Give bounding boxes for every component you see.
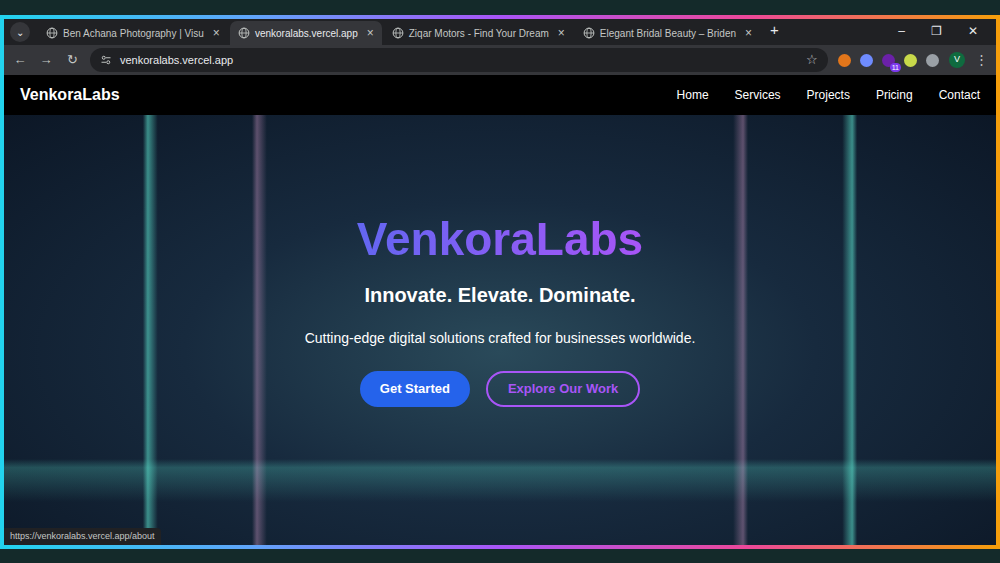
hero-title: VenkoraLabs xyxy=(357,213,643,266)
tab-close-button[interactable]: × xyxy=(741,24,752,42)
window-controls: – ❐ ✕ xyxy=(898,22,990,45)
browser-tab[interactable]: Ben Achana Photography | Visu × xyxy=(38,21,228,45)
extension-icon[interactable]: 11 xyxy=(882,54,895,67)
forward-button[interactable]: → xyxy=(38,50,54,70)
extension-icon[interactable] xyxy=(904,54,917,67)
extension-badge: 11 xyxy=(890,63,901,72)
tab-label: venkoralabs.vercel.app xyxy=(255,26,358,41)
close-window-button[interactable]: ✕ xyxy=(968,22,978,40)
hero-tagline: Innovate. Elevate. Dominate. xyxy=(364,280,635,310)
back-button[interactable]: ← xyxy=(12,50,28,70)
tab-close-button[interactable]: × xyxy=(554,24,565,42)
reload-button[interactable]: ↻ xyxy=(64,50,80,70)
browser-tab[interactable]: venkoralabs.vercel.app × xyxy=(230,21,382,45)
browser-toolbar: ← → ↻ venkoralabs.vercel.app ☆ 11 V ⋮ xyxy=(4,45,996,75)
nav-link[interactable]: Pricing xyxy=(876,86,913,104)
address-text: venkoralabs.vercel.app xyxy=(120,52,233,69)
tab-label: Ben Achana Photography | Visu xyxy=(63,26,204,41)
get-started-button[interactable]: Get Started xyxy=(360,371,470,407)
browser-tab[interactable]: Elegant Bridal Beauty – Briden × xyxy=(575,21,760,45)
tab-search-button[interactable]: ⌄ xyxy=(10,22,30,42)
browser-menu-button[interactable]: ⋮ xyxy=(975,50,988,70)
site-nav-links: Home Services Projects Pricing Contact xyxy=(677,86,980,104)
globe-icon xyxy=(46,27,58,39)
new-tab-button[interactable]: + xyxy=(762,19,787,46)
globe-icon xyxy=(238,27,250,39)
hero-section: VenkoraLabs Innovate. Elevate. Dominate. C… xyxy=(4,115,996,545)
hero-subtitle: Cutting-edge digital solutions crafted f… xyxy=(305,328,696,349)
globe-icon xyxy=(392,27,404,39)
nav-link[interactable]: Contact xyxy=(939,86,980,104)
tab-label: Elegant Bridal Beauty – Briden xyxy=(600,26,736,41)
browser-window: ⌄Ben Achana Photography | Visu×venkorala… xyxy=(0,15,1000,549)
extension-icon[interactable] xyxy=(926,54,939,67)
minimize-button[interactable]: – xyxy=(898,22,905,40)
explore-button[interactable]: Explore Our Work xyxy=(486,371,640,407)
extension-icon[interactable] xyxy=(860,54,873,67)
tab-close-button[interactable]: × xyxy=(209,24,220,42)
hero-buttons: Get Started Explore Our Work xyxy=(360,371,640,407)
nav-link[interactable]: Services xyxy=(735,86,781,104)
tab-strip: ⌄Ben Achana Photography | Visu×venkorala… xyxy=(4,19,996,45)
status-bar: https://venkoralabs.vercel.app/about xyxy=(4,528,161,546)
tab-close-button[interactable]: × xyxy=(363,24,374,42)
extension-icon[interactable] xyxy=(838,54,851,67)
address-bar[interactable]: venkoralabs.vercel.app ☆ xyxy=(90,48,828,72)
restore-button[interactable]: ❐ xyxy=(931,22,942,40)
globe-icon xyxy=(583,27,595,39)
profile-button[interactable]: V xyxy=(949,52,965,68)
site-navbar: VenkoraLabs Home Services Projects Pricing Co… xyxy=(4,75,996,115)
bookmark-button[interactable]: ☆ xyxy=(806,50,818,70)
browser-tab[interactable]: Ziqar Motors - Find Your Dream × xyxy=(384,21,573,45)
site-brand[interactable]: VenkoraLabs xyxy=(20,83,120,107)
site-settings-icon xyxy=(100,54,112,66)
extensions: 11 xyxy=(838,54,939,67)
nav-link[interactable]: Home xyxy=(677,86,709,104)
nav-link[interactable]: Projects xyxy=(807,86,850,104)
tab-label: Ziqar Motors - Find Your Dream xyxy=(409,26,549,41)
